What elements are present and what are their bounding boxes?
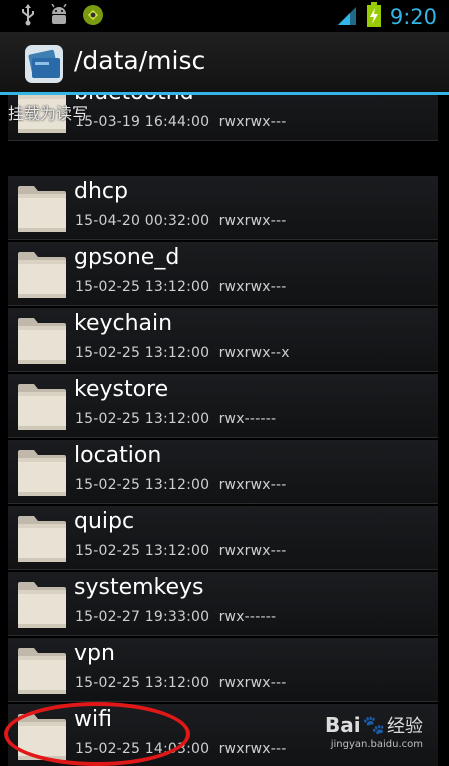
file-name: keystore [74, 377, 169, 402]
watermark-url: jingyan.baidu.com [330, 739, 423, 750]
file-name: systemkeys [74, 575, 204, 600]
folder-icon [16, 646, 68, 696]
current-path: /data/misc [74, 46, 206, 75]
list-item[interactable]: vpn 15-02-25 13:12:00 rwxrwx--- [8, 638, 438, 702]
battery-charging-icon [366, 2, 382, 32]
watermark: Bai 🐾 经验 jingyan.baidu.com [325, 712, 423, 750]
app-notification-icon [82, 4, 104, 30]
file-name: location [74, 443, 162, 468]
file-name: quipc [74, 509, 135, 534]
file-name: gpsone_d [74, 245, 180, 270]
list-item[interactable]: quipc 15-02-25 13:12:00 rwxrwx--- [8, 506, 438, 570]
list-item[interactable]: dhcp 15-04-20 00:32:00 rwxrwx--- [8, 176, 438, 240]
list-item[interactable]: location 15-02-25 13:12:00 rwxrwx--- [8, 440, 438, 504]
status-bar: 9:20 [0, 0, 449, 32]
watermark-brand: Bai [324, 713, 361, 737]
usb-icon [20, 4, 36, 30]
file-meta: 15-02-25 13:12:00 rwxrwx--- [75, 675, 287, 691]
folder-icon [16, 316, 68, 366]
folder-icon [16, 250, 68, 300]
list-item[interactable]: keychain 15-02-25 13:12:00 rwxrwx--x [8, 308, 438, 372]
folder-icon [16, 580, 68, 630]
folder-icon [16, 712, 68, 762]
paw-icon: 🐾 [362, 714, 385, 736]
file-name: wifi [74, 707, 112, 732]
android-debug-icon [48, 3, 70, 30]
file-meta: 15-02-27 19:33:00 rwx------ [75, 609, 277, 625]
folder-icon [16, 448, 68, 498]
mount-read-write-label: 挂载为读写 [8, 104, 89, 123]
folder-icon [16, 184, 68, 234]
file-meta: 15-02-25 13:12:00 rwxrwx--- [75, 477, 287, 493]
file-meta: 15-03-19 16:44:00 rwxrwx--- [75, 114, 287, 130]
file-meta: 15-02-25 13:12:00 rwxrwx--- [75, 543, 287, 559]
file-meta: 15-02-25 13:12:00 rwxrwx--x [75, 345, 290, 361]
list-item[interactable]: systemkeys 15-02-27 19:33:00 rwx------ [8, 572, 438, 636]
file-name: keychain [74, 311, 173, 336]
file-meta: 15-02-25 14:03:00 rwxrwx--- [75, 741, 287, 757]
file-name: bluetoothd [74, 95, 194, 105]
action-bar: /data/misc [0, 32, 449, 92]
folder-icon [16, 514, 68, 564]
list-item[interactable]: gpsone_d 15-02-25 13:12:00 rwxrwx--- [8, 242, 438, 306]
app-icon[interactable] [24, 44, 64, 84]
file-meta: 15-04-20 00:32:00 rwxrwx--- [75, 213, 287, 229]
clock: 9:20 [389, 5, 437, 29]
file-meta: 15-02-25 13:12:00 rwxrwx--- [75, 279, 287, 295]
file-meta: 15-02-25 13:12:00 rwx------ [75, 411, 277, 427]
file-name: vpn [74, 641, 115, 666]
folder-icon [16, 382, 68, 432]
list-item[interactable]: keystore 15-02-25 13:12:00 rwx------ [8, 374, 438, 438]
file-name: dhcp [74, 179, 128, 204]
file-list[interactable]: bluetoothd 15-03-19 16:44:00 rwxrwx--- d… [0, 95, 449, 766]
watermark-brand2: 经验 [387, 716, 423, 737]
signal-icon [336, 4, 358, 30]
